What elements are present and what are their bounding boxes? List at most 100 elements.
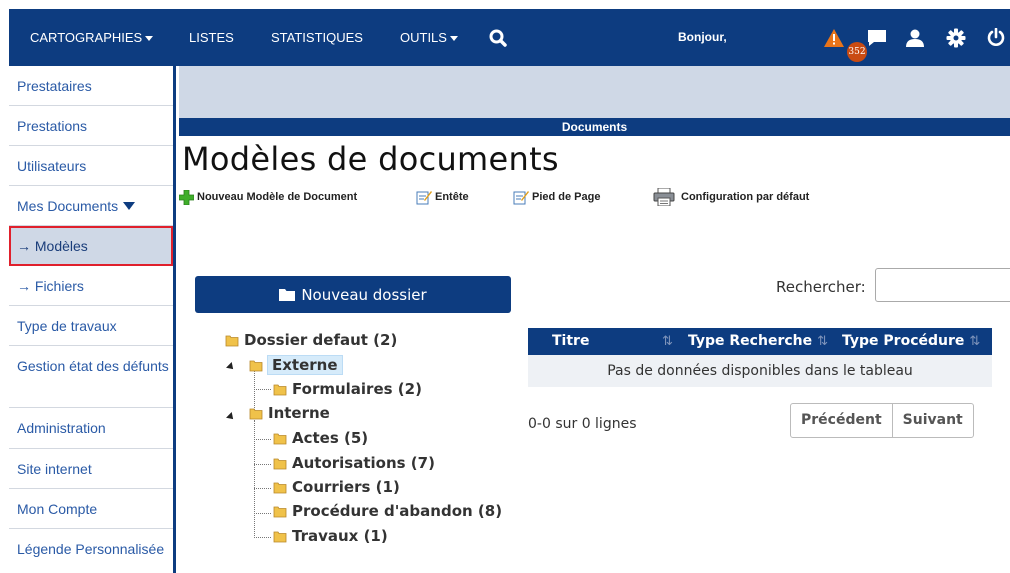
section-title: Documents — [179, 118, 1010, 136]
column-label: Type Procédure — [842, 333, 965, 349]
edit-icon — [416, 191, 432, 205]
sidebar-item-administration[interactable]: Administration — [9, 408, 173, 449]
previous-button[interactable]: Précédent — [791, 404, 892, 437]
menu-cartographies[interactable]: CARTOGRAPHIES — [30, 9, 154, 66]
sidebar-item-mon-compte[interactable]: Mon Compte — [9, 489, 173, 529]
tree-node-formulaires[interactable]: Formulaires (2) — [273, 379, 422, 399]
menu-cartographies-label: CARTOGRAPHIES — [30, 30, 143, 45]
header-button[interactable]: Entête — [416, 188, 469, 206]
sidebar-item-mes-documents[interactable]: Mes Documents — [9, 186, 173, 226]
default-config-label: Configuration par défaut — [681, 191, 810, 203]
new-folder-button[interactable]: Nouveau dossier — [195, 276, 511, 313]
edit-icon — [513, 191, 529, 205]
expand-arrow-icon[interactable] — [226, 362, 236, 372]
tree-node-dossier-defaut[interactable]: Dossier defaut (2) — [225, 330, 397, 350]
new-model-label: Nouveau Modèle de Document — [197, 191, 358, 203]
sidebar-item-fichiers[interactable]: → Fichiers — [9, 266, 173, 306]
sidebar-item-gestion-etat-defunts[interactable]: Gestion état des défunts — [9, 346, 173, 408]
column-header-type-procedure[interactable]: Type Procédure ⇅ — [842, 328, 980, 355]
tree-node-courriers[interactable]: Courriers (1) — [273, 477, 400, 497]
table-info: 0-0 sur 0 lignes — [528, 416, 637, 432]
pagination: Précédent Suivant — [790, 403, 974, 438]
folder-icon — [273, 506, 287, 518]
menu-listes[interactable]: LISTES — [189, 9, 234, 66]
tree-connector — [254, 439, 271, 440]
search-icon[interactable] — [487, 9, 509, 66]
tree-node-label: Travaux (1) — [292, 527, 388, 545]
sidebar: Prestataires Prestations Utilisateurs Me… — [9, 66, 176, 573]
sidebar-item-utilisateurs[interactable]: Utilisateurs — [9, 146, 173, 186]
tree-node-label: Autorisations (7) — [292, 454, 435, 472]
footer-button[interactable]: Pied de Page — [513, 188, 600, 206]
tree-node-label: Procédure d'abandon (8) — [292, 502, 503, 520]
printer-icon — [653, 188, 675, 206]
tree-connector — [254, 488, 271, 489]
chat-icon[interactable] — [866, 9, 888, 66]
folder-icon — [273, 482, 287, 494]
sidebar-item-prestations[interactable]: Prestations — [9, 106, 173, 146]
header-band — [179, 66, 1010, 118]
gear-icon[interactable] — [945, 9, 967, 66]
tree-connector — [254, 420, 255, 538]
folder-icon — [273, 531, 287, 543]
tree-connector — [254, 389, 271, 390]
user-icon[interactable] — [904, 9, 926, 66]
tree-node-label: Interne — [268, 404, 330, 422]
folder-icon — [273, 433, 287, 445]
column-label: Type Recherche — [688, 333, 813, 349]
alert-count-badge[interactable]: 352 — [847, 42, 867, 62]
folder-icon — [279, 289, 296, 301]
plus-icon — [179, 189, 194, 205]
sidebar-item-type-de-travaux[interactable]: Type de travaux — [9, 306, 173, 346]
chevron-down-icon — [145, 36, 154, 42]
sidebar-item-site-internet[interactable]: Site internet — [9, 449, 173, 489]
header-label: Entête — [435, 191, 469, 203]
tree-node-label: Dossier defaut (2) — [244, 331, 398, 349]
tree-node-externe[interactable]: Externe — [249, 355, 343, 375]
table-empty-message: Pas de données disponibles dans le table… — [528, 355, 992, 387]
folder-icon — [273, 384, 287, 396]
tree-node-label: Externe — [267, 355, 343, 375]
folder-icon — [249, 360, 263, 372]
tree-node-autorisations[interactable]: Autorisations (7) — [273, 453, 435, 473]
column-label: Titre — [552, 333, 590, 349]
power-icon[interactable] — [985, 9, 1007, 66]
column-header-titre[interactable]: Titre — [552, 328, 589, 355]
search-input[interactable] — [875, 268, 1010, 302]
chevron-down-icon — [449, 36, 458, 42]
search-label: Rechercher: — [776, 278, 866, 296]
new-model-button[interactable]: Nouveau Modèle de Document — [179, 188, 357, 206]
footer-label: Pied de Page — [532, 191, 601, 203]
tree-connector — [254, 537, 271, 538]
tree-node-interne[interactable]: Interne — [249, 403, 330, 423]
sidebar-item-label: Mes Documents — [17, 197, 119, 214]
tree-connector — [254, 513, 271, 514]
sort-icon: ⇅ — [817, 334, 829, 349]
warning-icon[interactable] — [823, 9, 845, 66]
expand-arrow-icon[interactable] — [226, 412, 236, 422]
menu-outils-label: OUTILS — [400, 30, 447, 45]
tree-node-label: Formulaires (2) — [292, 380, 422, 398]
sidebar-item-modeles[interactable]: → Modèles — [9, 226, 173, 266]
tree-node-procedure-abandon[interactable]: Procédure d'abandon (8) — [273, 501, 502, 521]
default-config-button[interactable]: Configuration par défaut — [653, 188, 809, 206]
page-title: Modèles de documents — [182, 140, 559, 178]
folder-icon — [249, 408, 263, 420]
menu-statistiques[interactable]: STATISTIQUES — [271, 9, 363, 66]
next-button[interactable]: Suivant — [891, 404, 973, 437]
menu-outils[interactable]: OUTILS — [400, 9, 458, 66]
sort-icon[interactable]: ⇅ — [662, 328, 673, 355]
caret-down-icon — [123, 201, 136, 210]
sidebar-item-legende-personnalisee[interactable]: Légende Personnalisée — [9, 529, 173, 573]
sort-icon: ⇅ — [969, 334, 981, 349]
top-navbar: CARTOGRAPHIES LISTES STATISTIQUES OUTILS… — [9, 9, 1010, 66]
new-folder-label: Nouveau dossier — [301, 285, 427, 304]
tree-node-actes[interactable]: Actes (5) — [273, 428, 368, 448]
sidebar-item-prestataires[interactable]: Prestataires — [9, 66, 173, 106]
folder-icon — [225, 335, 239, 347]
folder-icon — [273, 458, 287, 470]
greeting: Bonjour, — [678, 30, 727, 44]
column-header-type-recherche[interactable]: Type Recherche ⇅ — [688, 328, 828, 355]
tree-node-label: Courriers (1) — [292, 478, 400, 496]
tree-node-travaux[interactable]: Travaux (1) — [273, 526, 388, 546]
